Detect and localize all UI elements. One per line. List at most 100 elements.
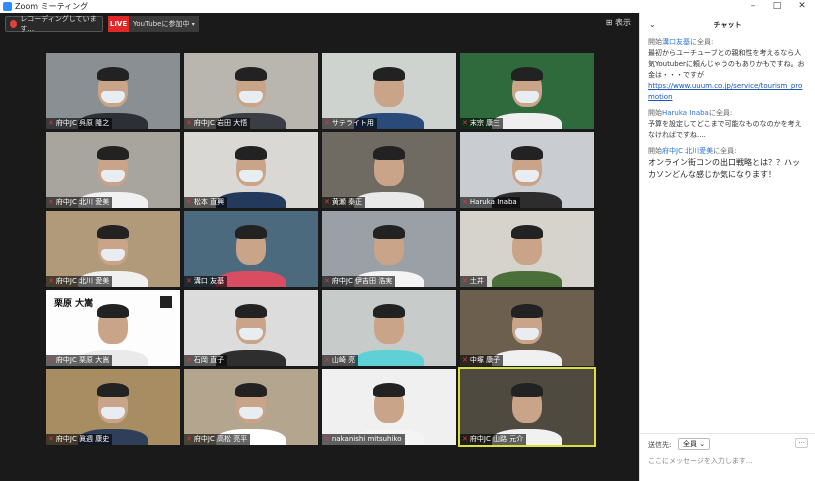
face-mask <box>101 91 125 103</box>
muted-mic-icon: ✕ <box>48 198 54 206</box>
window-title: Zoom ミーティング <box>15 2 89 11</box>
participant-tile[interactable]: ✕ 府中JC 呉原 隆之 <box>46 53 180 129</box>
participant-hair <box>97 146 129 160</box>
participant-tile[interactable]: ✕ 府中JC 伊吉田 浩実 <box>322 211 456 287</box>
participant-name: ✕ 末宗 康三 <box>460 118 504 129</box>
muted-mic-icon: ✕ <box>462 119 468 127</box>
participant-body <box>354 350 424 366</box>
close-button[interactable]: ✕ <box>792 0 812 13</box>
participant-tile[interactable]: ✕ 府中JC 高松 亮平 <box>184 369 318 445</box>
participant-tile[interactable]: ✕ 府中JC 山路 元介 <box>458 367 596 447</box>
participant-name: ✕ 府中JC 高松 亮平 <box>184 434 251 445</box>
participant-name-label: 土井 <box>469 277 484 285</box>
muted-mic-icon: ✕ <box>186 277 192 285</box>
message-sender: 開始府中JC 北川愛美に全員: <box>648 147 737 155</box>
chat-footer: 送信先: 全員 ⌄ ··· ここにメッセージを入力します... <box>640 433 815 481</box>
chat-header: ⌄ チャット <box>640 13 815 37</box>
zoom-window: Zoom ミーティング – □ ✕ レコーディングしています... LIVE Y… <box>0 0 815 481</box>
participant-tile[interactable]: ✕ 府中JC 眞週 康史 <box>46 369 180 445</box>
chat-input[interactable]: ここにメッセージを入力します... <box>648 456 753 466</box>
participant-hair <box>235 67 267 81</box>
participant-hair <box>97 304 129 318</box>
participant-hair <box>511 146 543 160</box>
participant-hair <box>373 225 405 239</box>
live-badge: LIVE <box>108 16 129 32</box>
participant-tile[interactable]: ✕ 府中JC 北川 愛美 <box>46 211 180 287</box>
participant-name-label: 溝口 友基 <box>193 277 225 285</box>
participant-name: ✕ 府中JC 山路 元介 <box>460 434 527 445</box>
participant-tile[interactable]: ✕ nakanishi mitsuhiko <box>322 369 456 445</box>
participant-name: ✕ 府中JC 北川 愛美 <box>46 276 113 287</box>
message-text: 予算を設定してどこまで可能なものなのかを考えなければですね.... <box>648 120 802 139</box>
face-mask <box>515 91 539 103</box>
participant-hair <box>235 383 267 397</box>
chat-messages: 開始溝口友基に全員: 最初からユーチューブとの親和性を考えるなら人気Youtub… <box>640 37 815 181</box>
participant-tile[interactable]: ✕ 末宗 康三 <box>460 53 594 129</box>
participant-name: ✕ 黄瀬 秦正 <box>322 197 366 208</box>
participant-name: ✕ Haruka Inaba <box>460 197 520 208</box>
maximize-button[interactable]: □ <box>767 0 787 13</box>
muted-mic-icon: ✕ <box>462 277 468 285</box>
participant-hair <box>97 225 129 239</box>
participant-tile[interactable]: ✕ 溝口 友基 <box>184 211 318 287</box>
participant-name: ✕ 府中JC 栗原 大嵩 <box>46 355 113 366</box>
name-card-title: 栗原 大嵩 <box>54 299 94 309</box>
participant-name-label: 府中JC 北川 愛美 <box>55 198 110 206</box>
more-options-button[interactable]: ··· <box>795 438 808 448</box>
minimize-button[interactable]: – <box>743 0 763 13</box>
chat-message: 開始府中JC 北川愛美に全員: オンライン街コンの出口戦略とは？？ハッカソンどん… <box>640 146 815 181</box>
participant-tile[interactable]: ✕ 黄瀬 秦正 <box>322 132 456 208</box>
face-mask <box>515 170 539 182</box>
send-to-select[interactable]: 全員 ⌄ <box>678 438 711 450</box>
participant-tile[interactable]: ✕ Haruka Inaba <box>460 132 594 208</box>
participant-tile[interactable]: ✕ 山崎 亮 <box>322 290 456 366</box>
message-text: オンライン街コンの出口戦略とは？？ハッカソンどんな感じか気になります！ <box>648 158 800 179</box>
participant-name-label: 府中JC 高松 亮平 <box>193 435 248 443</box>
participant-tile[interactable]: ✕ 府中JC 北川 愛美 <box>46 132 180 208</box>
participant-name-label: 府中JC 北川 愛美 <box>55 277 110 285</box>
youtube-status-button[interactable]: YouTubeに参加中 ▾ <box>129 16 199 32</box>
participant-tile[interactable]: ✕ 府中JC 岩田 大悟 <box>184 53 318 129</box>
participant-tile[interactable]: ✕ 中塚 康子 <box>460 290 594 366</box>
participant-tile[interactable]: ✕ 松本 直興 <box>184 132 318 208</box>
participant-hair <box>373 146 405 160</box>
participant-hair <box>373 67 405 81</box>
youtube-label: YouTubeに参加中 <box>133 20 190 28</box>
message-link[interactable]: https://www.uuum.co.jp/service/tourism_p… <box>648 82 802 101</box>
participant-name: ✕ 石岡 直子 <box>184 355 228 366</box>
participant-tile[interactable]: ✕ 土井 <box>460 211 594 287</box>
participant-hair <box>97 67 129 81</box>
muted-mic-icon: ✕ <box>324 119 330 127</box>
participant-tile[interactable]: ✕ サテライト用 <box>322 53 456 129</box>
participant-body <box>492 271 562 287</box>
participant-grid: ✕ 府中JC 呉原 隆之 ✕ 府中JC 岩田 大悟 ✕ サテライト用 ✕ 末宗 康三 ✕ 府中JC… <box>46 53 596 457</box>
participant-hair <box>511 304 543 318</box>
participant-name-label: nakanishi mitsuhiko <box>331 435 402 443</box>
participant-name-label: 松本 直興 <box>193 198 225 206</box>
participant-name-label: 府中JC 呉原 隆之 <box>55 119 110 127</box>
muted-mic-icon: ✕ <box>186 119 192 127</box>
muted-mic-icon: ✕ <box>48 277 54 285</box>
face-mask <box>101 170 125 182</box>
muted-mic-icon: ✕ <box>324 277 330 285</box>
participant-name: ✕ 府中JC 呉原 隆之 <box>46 118 113 129</box>
participant-name: ✕ 山崎 亮 <box>322 355 359 366</box>
muted-mic-icon: ✕ <box>48 356 54 364</box>
muted-mic-icon: ✕ <box>324 198 330 206</box>
participant-hair <box>235 225 267 239</box>
participant-name-label: 石岡 直子 <box>193 356 225 364</box>
message-text: 最初からユーチューブとの親和性を考えるなら人気Youtuberに頼んじゃうのもあ… <box>648 49 805 79</box>
participant-tile[interactable]: 栗原 大嵩 ✕ 府中JC 栗原 大嵩 <box>46 290 180 366</box>
collapse-chevron-icon[interactable]: ⌄ <box>649 13 656 37</box>
send-to-label: 送信先: <box>648 441 672 449</box>
participant-name: ✕ 中塚 康子 <box>460 355 504 366</box>
participant-hair <box>373 304 405 318</box>
muted-mic-icon: ✕ <box>462 198 468 206</box>
face-mask <box>239 170 263 182</box>
participant-hair <box>97 383 129 397</box>
recording-indicator[interactable]: レコーディングしています... <box>5 15 103 33</box>
view-button[interactable]: ⊞ 表示 <box>606 17 631 28</box>
participant-tile[interactable]: ✕ 石岡 直子 <box>184 290 318 366</box>
muted-mic-icon: ✕ <box>48 119 54 127</box>
participant-name-label: 府中JC 山路 元介 <box>469 435 524 443</box>
